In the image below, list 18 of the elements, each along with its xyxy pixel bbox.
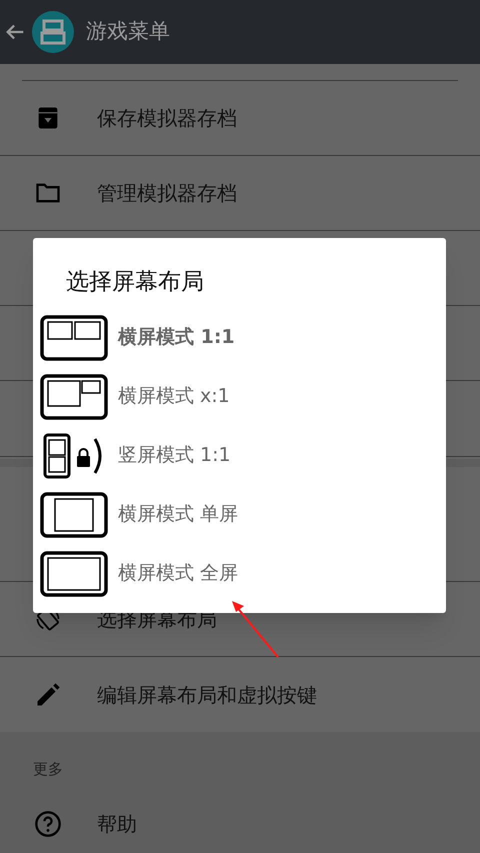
menu-item[interactable]: 管理模拟器存档 — [97, 178, 237, 208]
menu-item[interactable]: 编辑屏幕布局和虚拟按键 — [97, 680, 317, 710]
layout-icon — [40, 492, 108, 538]
help-icon — [34, 810, 62, 838]
layout-option[interactable]: 横屏模式 单屏 — [33, 485, 446, 544]
app-bar-title: 游戏菜单 — [86, 18, 170, 46]
section-heading: 更多 — [32, 759, 64, 780]
layout-option[interactable]: 横屏模式 x:1 — [33, 367, 446, 426]
layout-icon — [40, 314, 108, 360]
menu-item[interactable]: 帮助 — [97, 809, 137, 839]
layout-option[interactable]: 竖屏模式 1:1 — [33, 426, 446, 485]
layout-option[interactable]: 横屏模式 全屏 — [33, 544, 446, 603]
layout-icon — [40, 374, 108, 420]
app-logo-icon — [32, 11, 74, 53]
layout-icon — [40, 550, 108, 596]
dialog-title: 选择屏幕布局 — [65, 268, 205, 297]
layout-option[interactable]: 横屏模式 1:1 — [33, 308, 446, 367]
menu-item[interactable]: 保存模拟器存档 — [97, 103, 237, 133]
